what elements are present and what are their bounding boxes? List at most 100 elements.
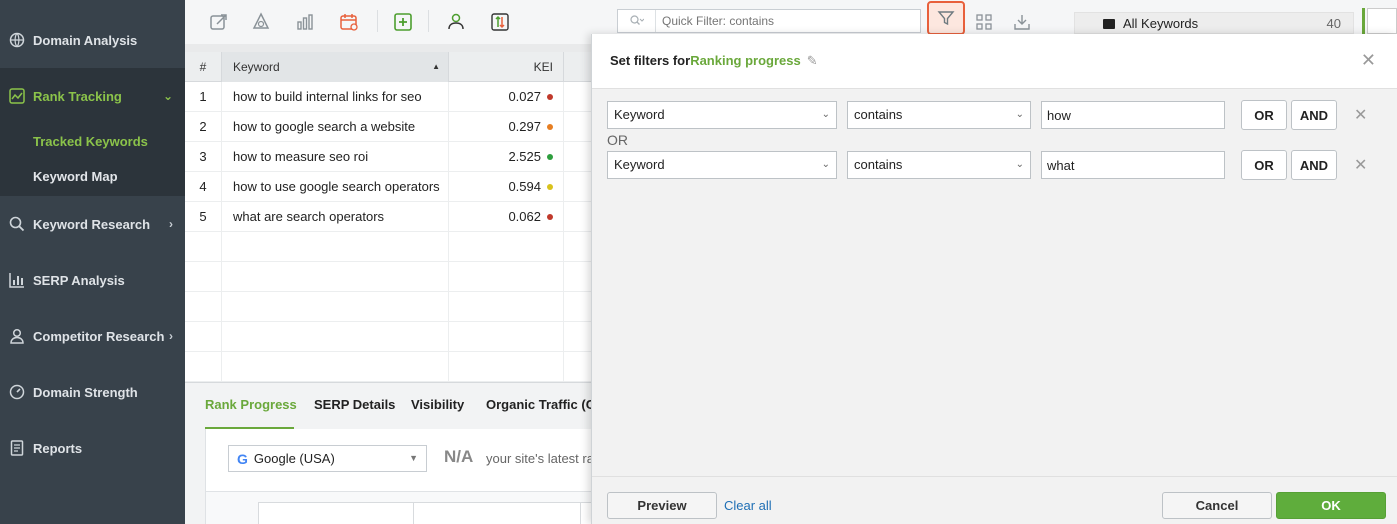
sort-asc-icon: ▲ — [432, 62, 440, 71]
kei-value: 0.062 — [508, 209, 541, 224]
sort-icon[interactable] — [487, 9, 513, 35]
kei-indicator-dot — [547, 93, 553, 100]
cell-keyword — [222, 352, 449, 382]
dialog-header: Set filters forRanking progress ✎ ✕ — [592, 34, 1397, 89]
filter-field-select-1[interactable]: Keyword ⌄ — [607, 101, 837, 129]
cell-keyword: what are search operators — [222, 202, 449, 232]
close-icon[interactable]: ✕ — [1361, 50, 1376, 71]
col-keyword[interactable]: Keyword ▲ — [222, 52, 449, 82]
and-button-1[interactable]: AND — [1291, 100, 1337, 130]
google-icon: G — [237, 450, 248, 467]
accent-bar — [1362, 8, 1365, 34]
ranking-chart-icon[interactable] — [292, 9, 318, 35]
nav-label: Rank Tracking — [33, 88, 122, 104]
chevron-down-icon: ▼ — [409, 453, 418, 463]
tab-visibility[interactable]: Visibility — [411, 397, 464, 412]
ok-button[interactable]: OK — [1276, 492, 1386, 519]
nav-label: Keyword Research — [33, 216, 151, 232]
folder-icon — [1103, 19, 1115, 29]
tab-organic-traffic[interactable]: Organic Traffic (C — [486, 397, 595, 412]
cell-kei: 0.297 — [449, 112, 564, 142]
col-kei[interactable]: KEI — [449, 52, 564, 82]
filter-value-input-2[interactable] — [1041, 151, 1225, 179]
table-row[interactable]: 4 how to use google search operators 0.594 — [185, 172, 591, 202]
rank-progress-panel: G Google (USA) ▼ N/A your site's latest … — [205, 429, 594, 524]
table-row — [185, 232, 591, 262]
filter-button[interactable] — [927, 1, 965, 35]
cell-number — [185, 322, 222, 352]
filter-operator-select-2[interactable]: contains ⌄ — [847, 151, 1031, 179]
subnav-keyword-map[interactable]: Keyword Map — [33, 169, 118, 184]
tab-serp-details[interactable]: SERP Details — [314, 397, 395, 412]
nav-keyword-research[interactable]: Keyword Research › — [0, 196, 185, 252]
table-row[interactable]: 5 what are search operators 0.062 — [185, 202, 591, 232]
cancel-button[interactable]: Cancel — [1162, 492, 1272, 519]
add-keyword-icon[interactable] — [390, 9, 416, 35]
dialog-footer: Preview Clear all Cancel OK — [592, 476, 1397, 524]
clear-all-link[interactable]: Clear all — [724, 498, 772, 513]
table-row[interactable]: 2 how to google search a website 0.297 — [185, 112, 591, 142]
search-icon[interactable] — [618, 10, 656, 32]
kei-indicator-dot — [547, 123, 553, 130]
quick-filter-input[interactable] — [656, 10, 916, 32]
latest-rank-text: your site's latest ra — [486, 451, 594, 466]
user-icon — [8, 327, 26, 345]
cell-keyword — [222, 262, 449, 292]
schedule-icon[interactable] — [336, 9, 362, 35]
bar-chart-icon — [8, 271, 26, 289]
kei-value: 0.027 — [508, 89, 541, 104]
table-row[interactable]: 3 how to measure seo roi 2.525 — [185, 142, 591, 172]
remove-filter-icon[interactable]: ✕ — [1354, 155, 1367, 175]
kei-value: 0.594 — [508, 179, 541, 194]
cell-keyword: how to measure seo roi — [222, 142, 449, 172]
cell-number — [185, 292, 222, 322]
chart-line-icon — [8, 87, 26, 105]
or-button-1[interactable]: OR — [1241, 100, 1287, 130]
quick-filter — [617, 9, 921, 33]
rank-chart — [206, 491, 592, 524]
col-number[interactable]: # — [185, 52, 222, 82]
remove-filter-icon[interactable]: ✕ — [1354, 105, 1367, 125]
cell-number — [185, 262, 222, 292]
grid-view-icon[interactable] — [971, 9, 997, 35]
export-icon[interactable] — [206, 9, 232, 35]
or-separator: OR — [607, 132, 628, 148]
filter-operator-select-1[interactable]: contains ⌄ — [847, 101, 1031, 129]
table-row[interactable]: 1 how to build internal links for seo 0.02… — [185, 82, 591, 112]
search-engine-select[interactable]: G Google (USA) ▼ — [228, 445, 427, 472]
preview-button[interactable]: Preview — [607, 492, 717, 519]
nav-domain-strength[interactable]: Domain Strength — [0, 364, 185, 420]
document-icon — [8, 439, 26, 457]
keywords-table: # Keyword ▲ KEI 1 how to build internal l… — [185, 44, 591, 382]
cell-number: 5 — [185, 202, 222, 232]
and-button-2[interactable]: AND — [1291, 150, 1337, 180]
cell-keyword: how to build internal links for seo — [222, 82, 449, 112]
chevron-right-icon: › — [169, 217, 173, 231]
table-row — [185, 262, 591, 292]
shapes-icon[interactable] — [248, 9, 274, 35]
download-icon[interactable] — [1009, 9, 1035, 35]
subnav-tracked-keywords[interactable]: Tracked Keywords — [33, 134, 148, 149]
nav-label: Domain Strength — [33, 384, 138, 400]
nav-serp-analysis[interactable]: SERP Analysis — [0, 252, 185, 308]
filter-value-input-1[interactable] — [1041, 101, 1225, 129]
pencil-icon[interactable]: ✎ — [807, 53, 818, 69]
search-icon — [8, 215, 26, 233]
nav-reports[interactable]: Reports — [0, 420, 185, 476]
tab-rank-progress[interactable]: Rank Progress — [205, 397, 297, 412]
competitors-icon[interactable] — [443, 9, 469, 35]
cell-kei: 0.594 — [449, 172, 564, 202]
filter-field-select-2[interactable]: Keyword ⌄ — [607, 151, 837, 179]
or-button-2[interactable]: OR — [1241, 150, 1287, 180]
nav-rank-tracking[interactable]: Rank Tracking ⌄ — [0, 68, 185, 124]
project-name: Ranking progress — [690, 53, 801, 68]
cell-keyword: how to use google search operators — [222, 172, 449, 202]
nav-domain-analysis[interactable]: Domain Analysis — [0, 12, 185, 68]
cell-keyword — [222, 232, 449, 262]
cell-number — [185, 232, 222, 262]
cell-kei: 0.062 — [449, 202, 564, 232]
folder-all-keywords[interactable]: All Keywords 40 — [1074, 12, 1354, 34]
chevron-down-icon: ⌄ — [821, 159, 830, 170]
cell-keyword: how to google search a website — [222, 112, 449, 142]
nav-competitor-research[interactable]: Competitor Research › — [0, 308, 185, 364]
